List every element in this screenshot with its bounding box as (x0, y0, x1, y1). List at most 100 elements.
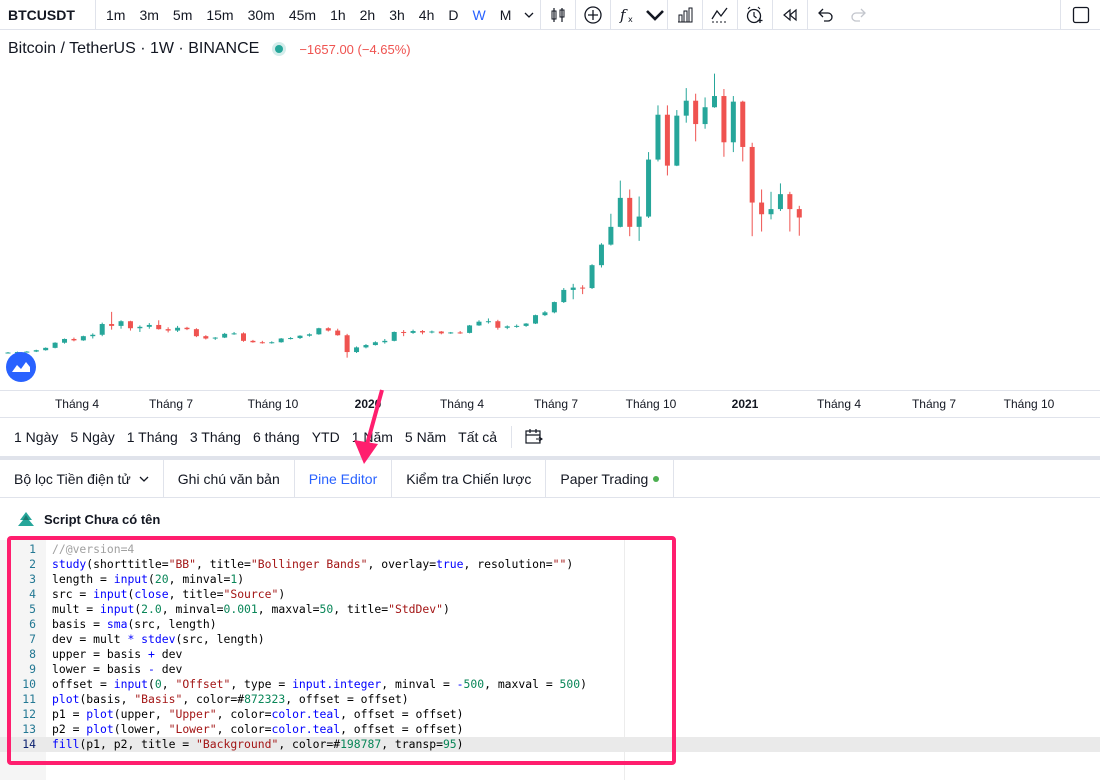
candle-body (137, 326, 143, 329)
range-5-days[interactable]: 5 Ngày (64, 429, 120, 445)
tab-pine-editor[interactable]: Pine Editor (294, 460, 393, 497)
candle-body (674, 115, 680, 166)
time-tick: Tháng 4 (816, 397, 862, 411)
range-1-month[interactable]: 1 Tháng (121, 429, 184, 445)
candle-body (354, 347, 360, 353)
interval-3h[interactable]: 3h (382, 0, 412, 30)
symbol-search-button[interactable]: BTCUSDT (0, 0, 96, 30)
candle-body (730, 101, 736, 143)
code-line[interactable]: 5 mult = input(2.0, minval=0.001, maxval=… (0, 602, 1100, 617)
code-line[interactable]: 11 plot(basis, "Basis", color=#872323, of… (0, 692, 1100, 707)
candle-body (693, 100, 699, 125)
range-all[interactable]: Tất cả (452, 429, 503, 445)
go-to-date-calendar-icon[interactable] (520, 428, 544, 446)
code-line[interactable]: 1 //@version=4 (0, 542, 1100, 557)
tab-crypto-screener[interactable]: Bộ lọc Tiền điện tử (0, 460, 164, 497)
tradingview-logo-icon[interactable] (6, 352, 36, 382)
interval-dropdown-chevron-icon[interactable] (518, 0, 540, 30)
range-5-years[interactable]: 5 Năm (399, 429, 452, 445)
code-line[interactable]: 2 study(shorttitle="BB", title="Bollinger… (0, 557, 1100, 572)
line-number: 13 (22, 722, 36, 736)
interval-3m[interactable]: 3m (132, 0, 165, 30)
range-1-year[interactable]: 1 Năm (346, 429, 399, 445)
svg-text:f: f (619, 6, 628, 24)
range-3-months[interactable]: 3 Tháng (184, 429, 247, 445)
code-line[interactable]: 10 offset = input(0, "Offset", type = inp… (0, 677, 1100, 692)
interval-4h[interactable]: 4h (412, 0, 442, 30)
interval-15m[interactable]: 15m (199, 0, 240, 30)
candle-body (627, 197, 633, 227)
candle-body (664, 114, 670, 166)
code-text: offset = input(0, "Offset", type = input… (52, 677, 587, 691)
interval-month[interactable]: M (493, 0, 519, 30)
script-title[interactable]: Script Chưa có tên (16, 508, 160, 530)
undo-icon[interactable] (808, 0, 842, 30)
tab-strategy-tester[interactable]: Kiểm tra Chiến lược (392, 460, 547, 497)
compare-add-symbol-icon[interactable] (576, 0, 610, 30)
interval-2h[interactable]: 2h (353, 0, 383, 30)
candles-chart-type-icon[interactable] (541, 0, 575, 30)
candle-body (146, 324, 152, 327)
candle-body (646, 159, 652, 217)
time-tick: Tháng 4 (54, 397, 100, 411)
range-1-day[interactable]: 1 Ngày (8, 429, 64, 445)
interval-5m[interactable]: 5m (166, 0, 199, 30)
interval-1m[interactable]: 1m (96, 0, 132, 30)
interval-45m[interactable]: 45m (282, 0, 323, 30)
candle-body (485, 321, 491, 323)
replay-rewind-icon[interactable] (773, 0, 807, 30)
line-number: 7 (29, 632, 36, 646)
chevron-down-icon[interactable] (139, 474, 149, 484)
redo-icon[interactable] (842, 0, 876, 30)
alert-clock-icon[interactable] (738, 0, 772, 30)
ideas-trend-icon[interactable] (703, 0, 737, 30)
code-lines[interactable]: 1 //@version=4 2 study(shorttitle="BB", tit… (0, 542, 1100, 752)
tab-label: Bộ lọc Tiền điện tử (14, 470, 131, 487)
candle-body (241, 333, 246, 341)
candle-body (127, 321, 133, 329)
tab-paper-trading[interactable]: Paper Trading (546, 460, 675, 497)
candle-body (109, 324, 115, 326)
code-line[interactable]: 14 fill(p1, p2, title = "Background", col… (0, 737, 1100, 752)
code-line[interactable]: 7 dev = mult * stdev(src, length) (0, 632, 1100, 647)
code-line[interactable]: 6 basis = sma(src, length) (0, 617, 1100, 632)
financials-bar-chart-icon[interactable] (668, 0, 702, 30)
candle-body (796, 209, 802, 218)
candle-body (476, 321, 482, 326)
interval-30m[interactable]: 30m (241, 0, 282, 30)
candle-body (467, 325, 473, 333)
range-6-months[interactable]: 6 tháng (247, 429, 306, 445)
candle-body (33, 350, 39, 352)
code-line[interactable]: 8 upper = basis + dev (0, 647, 1100, 662)
candle-body (184, 327, 190, 330)
price-chart[interactable] (0, 30, 1100, 390)
time-tick: Tháng 10 (247, 397, 299, 411)
candle-body (269, 342, 275, 344)
time-tick: Tháng 7 (533, 397, 579, 411)
layout-select-square-icon[interactable] (1060, 0, 1100, 30)
interval-week[interactable]: W (466, 0, 493, 30)
candle-body (344, 335, 350, 353)
range-ytd[interactable]: YTD (306, 429, 346, 445)
code-line[interactable]: 12 p1 = plot(upper, "Upper", color=color.… (0, 707, 1100, 722)
code-line[interactable]: 3 length = input(20, minval=1) (0, 572, 1100, 587)
indicators-dropdown-chevron-icon[interactable] (643, 0, 667, 30)
pine-tree-icon (18, 512, 34, 526)
interval-day[interactable]: D (441, 0, 465, 30)
candle-body (551, 302, 557, 313)
indicators-fx-icon[interactable]: fx (611, 0, 643, 30)
candle-body (306, 334, 312, 336)
tab-text-notes[interactable]: Ghi chú văn bản (164, 460, 295, 497)
candle-body (222, 333, 228, 338)
code-line[interactable]: 13 p2 = plot(lower, "Lower", color=color.… (0, 722, 1100, 737)
interval-1h[interactable]: 1h (323, 0, 353, 30)
code-editor[interactable]: 1 //@version=4 2 study(shorttitle="BB", tit… (0, 540, 1100, 780)
candle-body (787, 194, 793, 210)
candle-body (419, 331, 425, 333)
code-line[interactable]: 9 lower = basis - dev (0, 662, 1100, 677)
code-line[interactable]: 4 src = input(close, title="Source") (0, 587, 1100, 602)
candle-body (523, 323, 529, 326)
candle-body (99, 324, 105, 335)
line-number: 1 (29, 542, 36, 556)
candle-body (533, 315, 539, 324)
